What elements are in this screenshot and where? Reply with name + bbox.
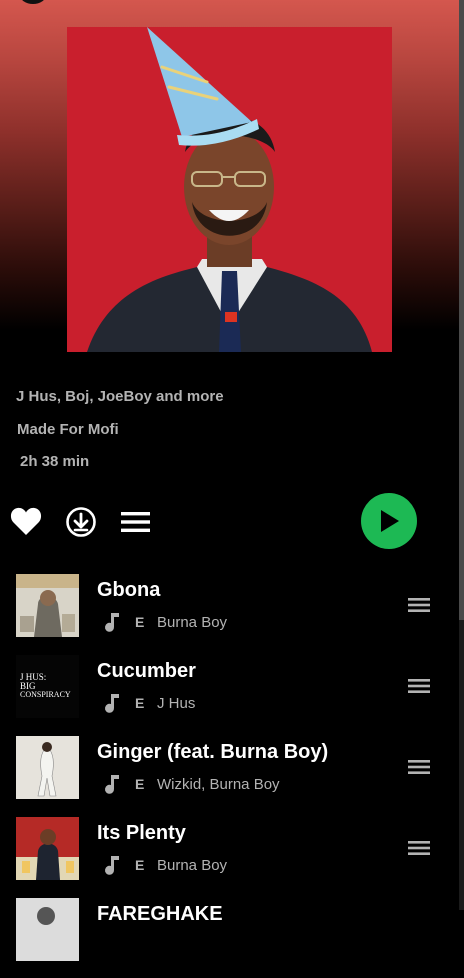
scrollbar-thumb[interactable] — [459, 0, 464, 620]
track-title: FAREGHAKE — [97, 903, 223, 925]
playlist-duration: 2h 38 min — [20, 453, 90, 470]
track-subtitle: E Burna Boy — [101, 611, 227, 633]
track-subtitle: E J Hus — [101, 692, 195, 714]
track-row[interactable]: FAREGHAKE — [0, 897, 459, 978]
explicit-badge: E — [135, 776, 145, 792]
track-artist: Burna Boy — [157, 856, 228, 874]
track-row[interactable]: J HUS: BIG CONSPIRACY Cucumber E J Hus — [0, 654, 459, 735]
track-artwork — [16, 574, 79, 637]
track-title: Cucumber — [97, 660, 196, 682]
download-circle-icon[interactable] — [65, 506, 97, 538]
track-artwork — [16, 736, 79, 799]
track-row[interactable]: Ginger (feat. Burna Boy) E Wizkid, Burna… — [0, 735, 459, 816]
playlist-artists: J Hus, Boj, JoeBoy and more — [16, 388, 224, 405]
artwork-text: CONSPIRACY — [20, 690, 71, 699]
explicit-badge: E — [135, 857, 145, 873]
heart-icon[interactable] — [10, 506, 42, 536]
track-artist: J Hus — [157, 694, 196, 712]
track-subtitle: E Wizkid, Burna Boy — [101, 773, 280, 795]
track-artwork: J HUS: BIG CONSPIRACY — [16, 655, 79, 718]
music-note-icon — [105, 775, 119, 794]
track-title: Its Plenty — [97, 822, 186, 844]
playlist-cover-image — [67, 27, 392, 352]
play-icon — [381, 510, 399, 532]
drag-handle-icon[interactable] — [408, 839, 430, 857]
music-note-icon — [105, 613, 119, 632]
drag-handle-icon[interactable] — [408, 677, 430, 695]
track-artwork — [16, 817, 79, 880]
track-row[interactable]: Gbona E Burna Boy — [0, 573, 459, 654]
music-note-icon — [105, 856, 119, 875]
explicit-badge: E — [135, 614, 145, 630]
track-row[interactable]: Its Plenty E Burna Boy — [0, 816, 459, 897]
scrollbar[interactable] — [459, 0, 464, 910]
track-artist: Wizkid, Burna Boy — [157, 775, 280, 793]
explicit-badge: E — [135, 695, 145, 711]
menu-lines-icon[interactable] — [121, 512, 150, 532]
track-artwork — [16, 898, 79, 961]
track-artist: Burna Boy — [157, 613, 228, 631]
track-title: Ginger (feat. Burna Boy) — [97, 741, 329, 763]
music-note-icon — [105, 694, 119, 713]
track-subtitle: E Burna Boy — [101, 854, 227, 876]
track-list: Gbona E Burna Boy J HUS: BIG CONSPIRACY … — [0, 573, 459, 978]
play-button[interactable] — [361, 493, 417, 549]
drag-handle-icon[interactable] — [408, 758, 430, 776]
drag-handle-icon[interactable] — [408, 596, 430, 614]
track-title: Gbona — [97, 579, 161, 601]
playlist-made-for[interactable]: Made For Mofi — [17, 421, 119, 438]
